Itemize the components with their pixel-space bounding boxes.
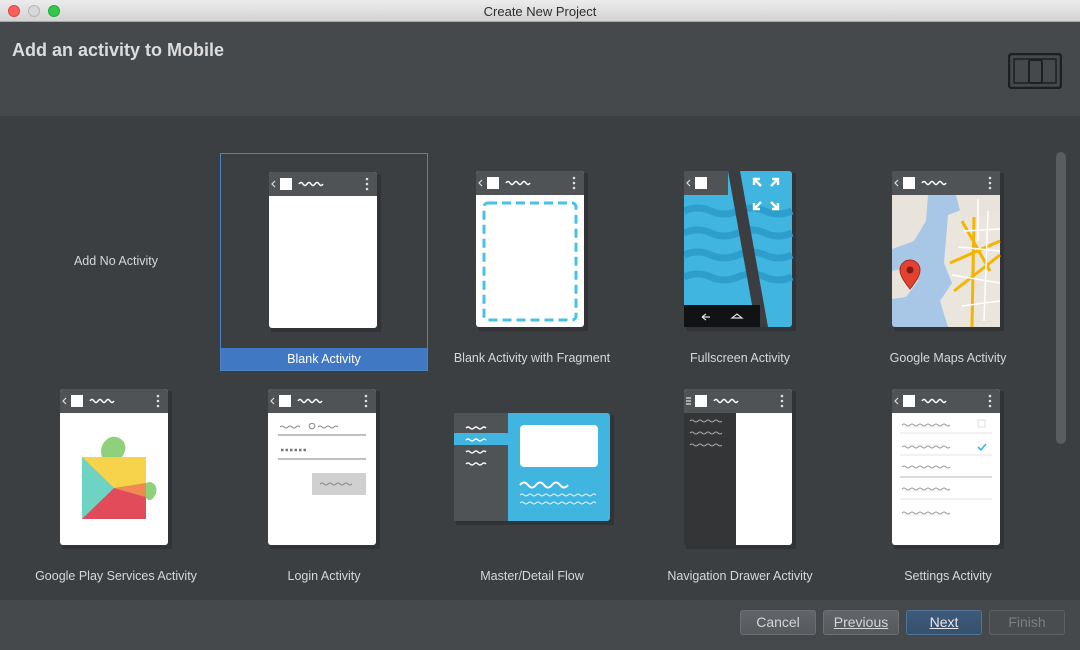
next-button[interactable]: Next [906, 610, 982, 635]
gallery-scrollbar[interactable] [1056, 152, 1066, 444]
template-label: Fullscreen Activity [689, 351, 791, 365]
template-google-play-services-activity[interactable]: Google Play Services Activity [12, 371, 220, 589]
settings-activity-thumbnail [892, 389, 1004, 549]
template-label: Google Maps Activity [889, 351, 1007, 365]
template-login-activity[interactable]: Login Activity [220, 371, 428, 589]
fullscreen-thumbnail [684, 171, 796, 331]
window-title: Create New Project [483, 4, 597, 19]
template-label: Google Play Services Activity [35, 569, 197, 583]
blank-fragment-thumbnail [476, 171, 588, 331]
navigation-drawer-thumbnail [684, 389, 796, 549]
template-label: Master/Detail Flow [480, 569, 584, 583]
previous-button[interactable]: Previous [823, 610, 899, 635]
page-title: Add an activity to Mobile [12, 40, 225, 60]
template-label: Login Activity [287, 569, 361, 583]
google-play-services-thumbnail [60, 389, 172, 549]
blank-activity-thumbnail [269, 172, 381, 332]
template-label: Blank Activity with Fragment [453, 351, 611, 365]
template-label: Add No Activity [73, 254, 159, 268]
window-titlebar: Create New Project [0, 0, 1080, 22]
master-detail-thumbnail [454, 413, 614, 525]
template-label: Navigation Drawer Activity [667, 569, 813, 583]
wizard-header [0, 22, 1080, 116]
tablet-phone-icon [1008, 53, 1062, 89]
cancel-button[interactable]: Cancel [740, 610, 816, 635]
login-activity-thumbnail [268, 389, 380, 549]
template-label: Settings Activity [904, 569, 992, 583]
template-fullscreen-activity[interactable]: Fullscreen Activity [636, 153, 844, 371]
google-maps-thumbnail [892, 171, 1004, 331]
template-navigation-drawer-activity[interactable]: Navigation Drawer Activity [636, 371, 844, 589]
finish-button[interactable]: Finish [989, 610, 1065, 635]
template-add-no-activity[interactable]: Add No Activity [12, 153, 220, 371]
template-blank-activity-fragment[interactable]: Blank Activity with Fragment [428, 153, 636, 371]
template-master-detail-flow[interactable]: Master/Detail Flow [428, 371, 636, 589]
template-google-maps-activity[interactable]: Google Maps Activity [844, 153, 1052, 371]
template-label: Blank Activity [221, 348, 427, 370]
template-settings-activity[interactable]: Settings Activity [844, 371, 1052, 589]
template-blank-activity[interactable]: Blank Activity [220, 153, 428, 371]
